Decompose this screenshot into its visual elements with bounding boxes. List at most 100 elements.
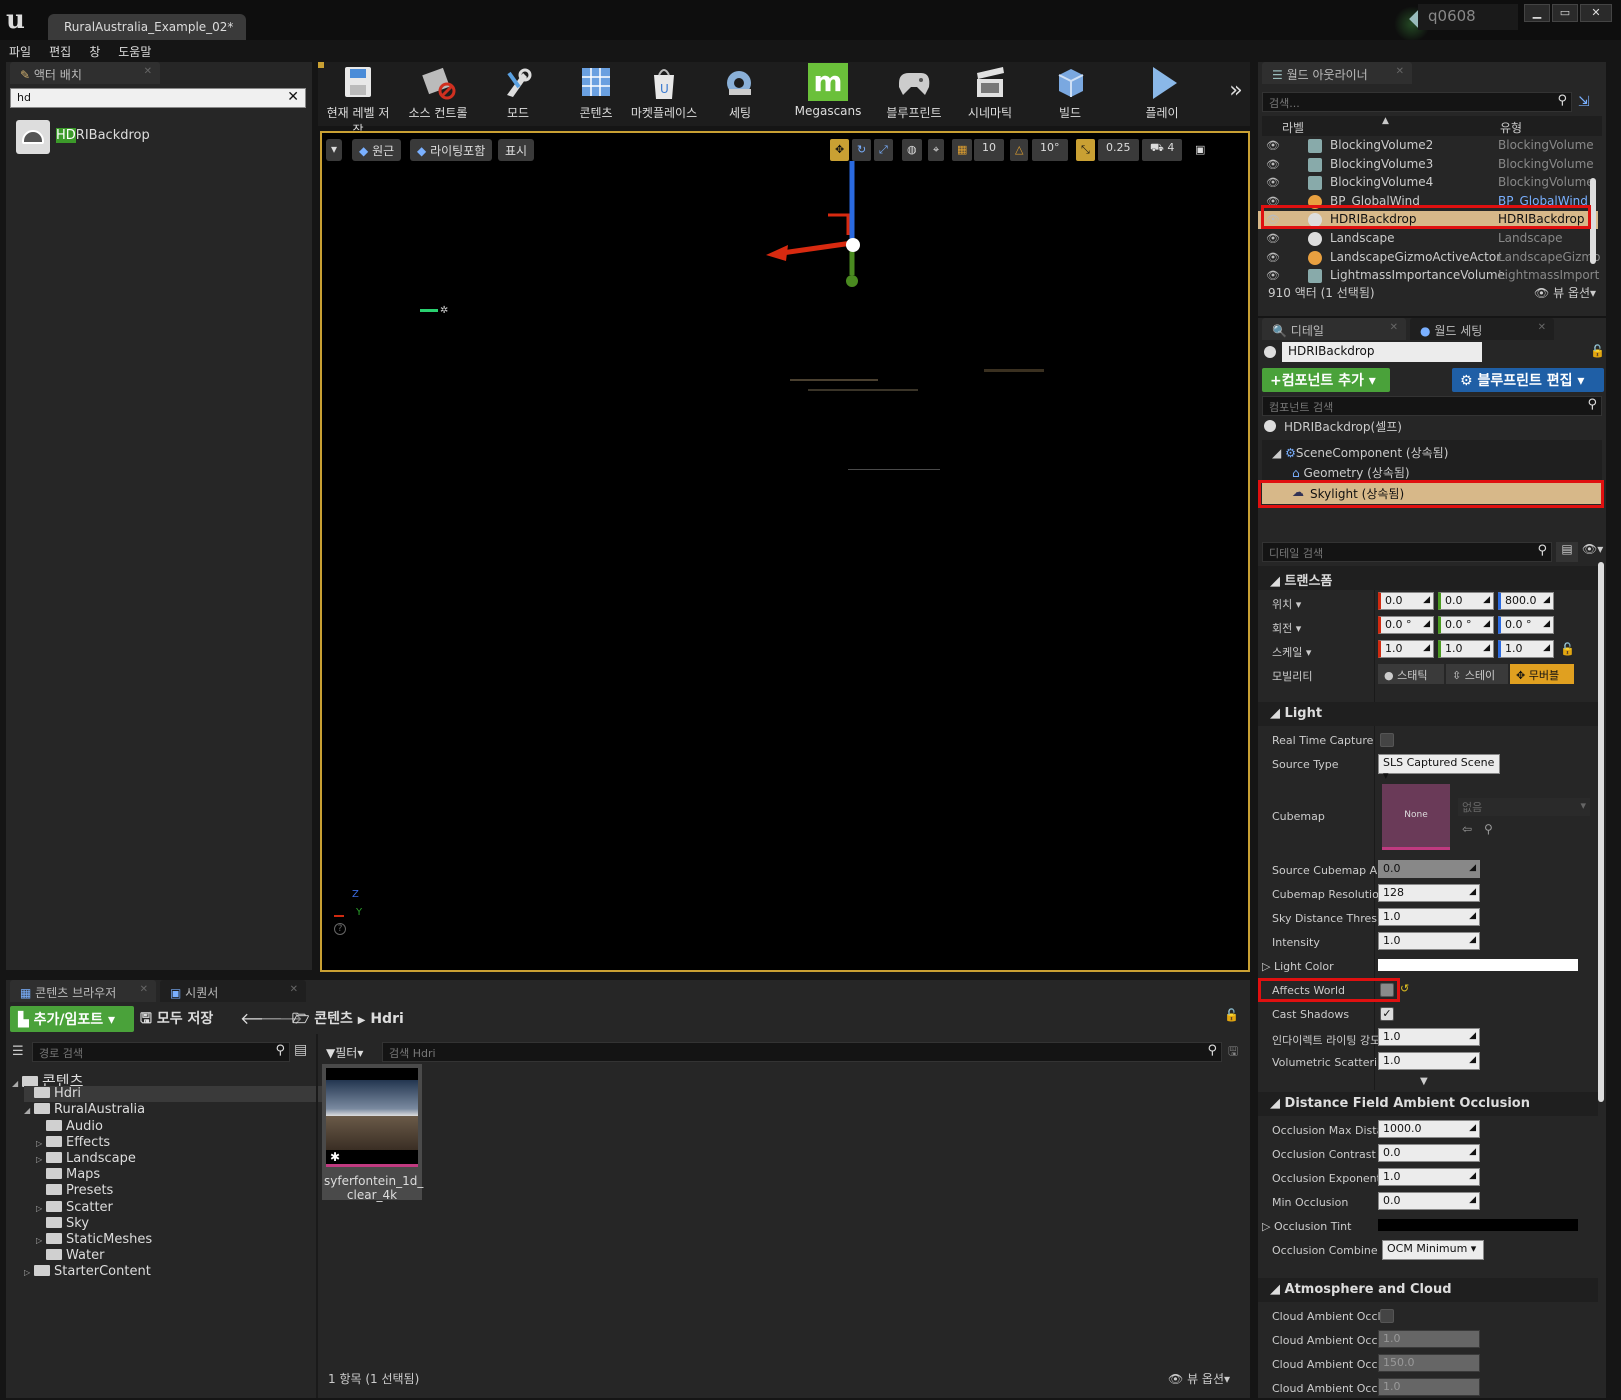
- actor-search-input[interactable]: hd ✕: [10, 88, 306, 108]
- transform-section-header[interactable]: ◢ 트랜스폼: [1258, 566, 1598, 590]
- light-color-swatch[interactable]: [1378, 959, 1578, 971]
- location-label[interactable]: 위치 ▾: [1272, 596, 1384, 612]
- cubemap-resolution-field[interactable]: 128 ◢: [1378, 884, 1480, 902]
- content-view-options[interactable]: 👁 뷰 옵션▾: [1168, 1370, 1230, 1387]
- close-icon[interactable]: ✕: [1396, 66, 1404, 77]
- cloud-ao-field[interactable]: 1.0: [1378, 1330, 1480, 1348]
- lock-icon[interactable]: 🔓: [1224, 1008, 1239, 1022]
- details-scrollbar[interactable]: [1598, 562, 1604, 1102]
- light-color-label[interactable]: ▷ Light Color: [1262, 960, 1374, 973]
- close-icon[interactable]: ✕: [290, 984, 298, 995]
- folder-tree-item[interactable]: Water: [36, 1248, 104, 1264]
- transform-gizmo[interactable]: [752, 155, 882, 295]
- property-matrix-icon[interactable]: ▤: [1556, 542, 1578, 562]
- advanced-expand-icon[interactable]: ▼: [1420, 1076, 1428, 1087]
- source-cubemap-angle-field[interactable]: 0.0 ◢: [1378, 860, 1480, 878]
- settings-button[interactable]: 세팅: [712, 62, 768, 124]
- add-import-button[interactable]: ▙ 추가/임포트 ▾: [10, 1006, 134, 1032]
- marketplace-button[interactable]: U 마켓플레이스: [624, 62, 704, 124]
- visibility-icon[interactable]: 👁▾: [1582, 542, 1603, 556]
- tab-world-settings[interactable]: ● 월드 세팅 ✕: [1410, 318, 1554, 340]
- perspective-button[interactable]: ◆ 원근: [352, 139, 402, 161]
- volumetric-field[interactable]: 1.0 ◢: [1378, 1052, 1480, 1070]
- cubemap-asset-select[interactable]: 없음 ▾: [1458, 798, 1590, 816]
- visibility-eye-icon[interactable]: 👁: [1266, 139, 1282, 152]
- rotation-snap-value[interactable]: 10°: [1032, 139, 1068, 161]
- toolbar-overflow-button[interactable]: »: [1224, 78, 1248, 103]
- tab-content-browser[interactable]: ▦ 콘텐츠 브라우저 ✕: [10, 980, 156, 1002]
- cloud-ao-field[interactable]: 1.0: [1378, 1378, 1480, 1396]
- mobility-static[interactable]: ● 스태틱: [1378, 664, 1444, 684]
- path-search-input[interactable]: 경로 검색 ⚲: [32, 1042, 290, 1062]
- folder-tree-item[interactable]: Presets: [36, 1183, 113, 1199]
- maximize-button[interactable]: ▭: [1552, 4, 1578, 22]
- rotation-label[interactable]: 회전 ▾: [1272, 620, 1384, 636]
- indirect-lighting-field[interactable]: 1.0 ◢: [1378, 1028, 1480, 1046]
- occlusion-contrast-field[interactable]: 0.0 ◢: [1378, 1144, 1480, 1162]
- outliner-row[interactable]: 👁 BlockingVolume3 BlockingVolume: [1258, 156, 1598, 174]
- component-scene[interactable]: ◢ ⚙SceneComponent (상속됨): [1272, 444, 1448, 461]
- component-search-input[interactable]: 컴포넌트 검색 ⚲: [1262, 396, 1602, 416]
- scale-snap-value[interactable]: 0.25: [1098, 139, 1139, 161]
- source-control-button[interactable]: 소스 컨트롤: [398, 62, 478, 124]
- use-selected-icon[interactable]: ⇦: [1462, 822, 1472, 836]
- view-mode-button[interactable]: ◆ 라이팅포함: [410, 139, 493, 161]
- outliner-search-input[interactable]: 검색... ⚲: [1262, 92, 1572, 112]
- modes-button[interactable]: 모드: [488, 62, 548, 124]
- rotation-snap-icon[interactable]: △: [1010, 139, 1029, 161]
- sources-toggle-icon[interactable]: ☰: [12, 1044, 24, 1059]
- blueprints-button[interactable]: 블루프린트: [878, 62, 950, 124]
- visibility-eye-icon[interactable]: 👁: [1266, 158, 1282, 171]
- pin-icon[interactable]: ⇲: [1578, 94, 1590, 110]
- filter-button[interactable]: ▼필터▾: [326, 1044, 363, 1061]
- asset-tile-hdri[interactable]: ✱ syferfontein_1d_ clear_4k: [322, 1064, 423, 1202]
- save-all-button[interactable]: 🖫 모두 저장: [140, 1008, 213, 1032]
- cinematics-button[interactable]: 시네마틱: [954, 62, 1026, 124]
- menu-edit[interactable]: 편집: [40, 40, 80, 63]
- visibility-eye-icon[interactable]: 👁: [1266, 176, 1282, 189]
- rotation-x[interactable]: 0.0 ° ◢: [1378, 616, 1434, 634]
- actor-name-field[interactable]: HDRIBackdrop: [1282, 342, 1482, 362]
- dfao-section-header[interactable]: ◢ Distance Field Ambient Occlusion: [1258, 1092, 1598, 1116]
- folder-tree-item[interactable]: ▷ Effects: [36, 1135, 110, 1151]
- outliner-row[interactable]: 👁 LightmassImportanceVolume LightmassImpor…: [1258, 267, 1599, 285]
- scale-snap-icon[interactable]: ⤡: [1076, 139, 1095, 161]
- mobility-stationary[interactable]: ⇳ 스테이: [1446, 664, 1508, 684]
- occlusion-tint-label[interactable]: ▷ Occlusion Tint: [1262, 1220, 1374, 1233]
- source-type-select[interactable]: SLS Captured Scene ▾: [1378, 754, 1500, 782]
- occlusion-combine-select[interactable]: OCM Minimum ▾: [1382, 1240, 1484, 1260]
- menu-file[interactable]: 파일: [0, 40, 40, 63]
- cloud-ao-checkbox[interactable]: [1380, 1309, 1394, 1323]
- close-icon[interactable]: ✕: [140, 984, 148, 995]
- outliner-row[interactable]: 👁 LandscapeGizmoActiveActor LandscapeGizmo: [1258, 249, 1600, 267]
- minimize-button[interactable]: ▁: [1524, 4, 1550, 22]
- visibility-eye-icon[interactable]: 👁: [1266, 232, 1282, 245]
- wind-actor-icon[interactable]: [420, 309, 438, 312]
- actor-sprite-icon[interactable]: ✲: [440, 305, 448, 316]
- close-icon[interactable]: ✕: [1390, 322, 1398, 333]
- help-icon[interactable]: ?: [334, 923, 346, 935]
- collections-icon[interactable]: ▤: [294, 1042, 307, 1058]
- clear-search-icon[interactable]: ✕: [287, 89, 299, 105]
- sky-distance-field[interactable]: 1.0 ◢: [1378, 908, 1480, 926]
- cubemap-thumbnail[interactable]: None: [1382, 784, 1450, 850]
- visibility-eye-icon[interactable]: 👁: [1266, 251, 1282, 264]
- tab-place-actors[interactable]: ✎ 액터 배치 ✕: [10, 62, 160, 84]
- folder-tree-item[interactable]: Audio: [36, 1119, 103, 1135]
- folder-tree-item[interactable]: ◢ RuralAustralia: [24, 1102, 145, 1118]
- scale-z[interactable]: 1.0 ◢: [1498, 640, 1554, 658]
- grid-snap-value[interactable]: 10: [974, 139, 1004, 161]
- save-search-icon[interactable]: 🖫: [1228, 1042, 1238, 1063]
- location-x[interactable]: 0.0 ◢: [1378, 592, 1434, 610]
- level-tab[interactable]: RuralAustralia_Example_02*: [48, 14, 246, 40]
- outliner-row[interactable]: 👁 BlockingVolume2 BlockingVolume: [1258, 137, 1598, 155]
- real-time-capture-checkbox[interactable]: [1380, 733, 1394, 747]
- scale-x[interactable]: 1.0 ◢: [1378, 640, 1434, 658]
- menu-window[interactable]: 창: [80, 40, 109, 63]
- occlusion-max-distance-field[interactable]: 1000.0 ◢: [1378, 1120, 1480, 1138]
- folder-tree-item[interactable]: Sky: [36, 1216, 89, 1232]
- location-y[interactable]: 0.0 ◢: [1438, 592, 1494, 610]
- reset-to-default-icon[interactable]: ↺: [1400, 982, 1409, 995]
- folder-tree-item[interactable]: ▷ Scatter: [36, 1200, 113, 1216]
- intensity-field[interactable]: 1.0 ◢: [1378, 932, 1480, 950]
